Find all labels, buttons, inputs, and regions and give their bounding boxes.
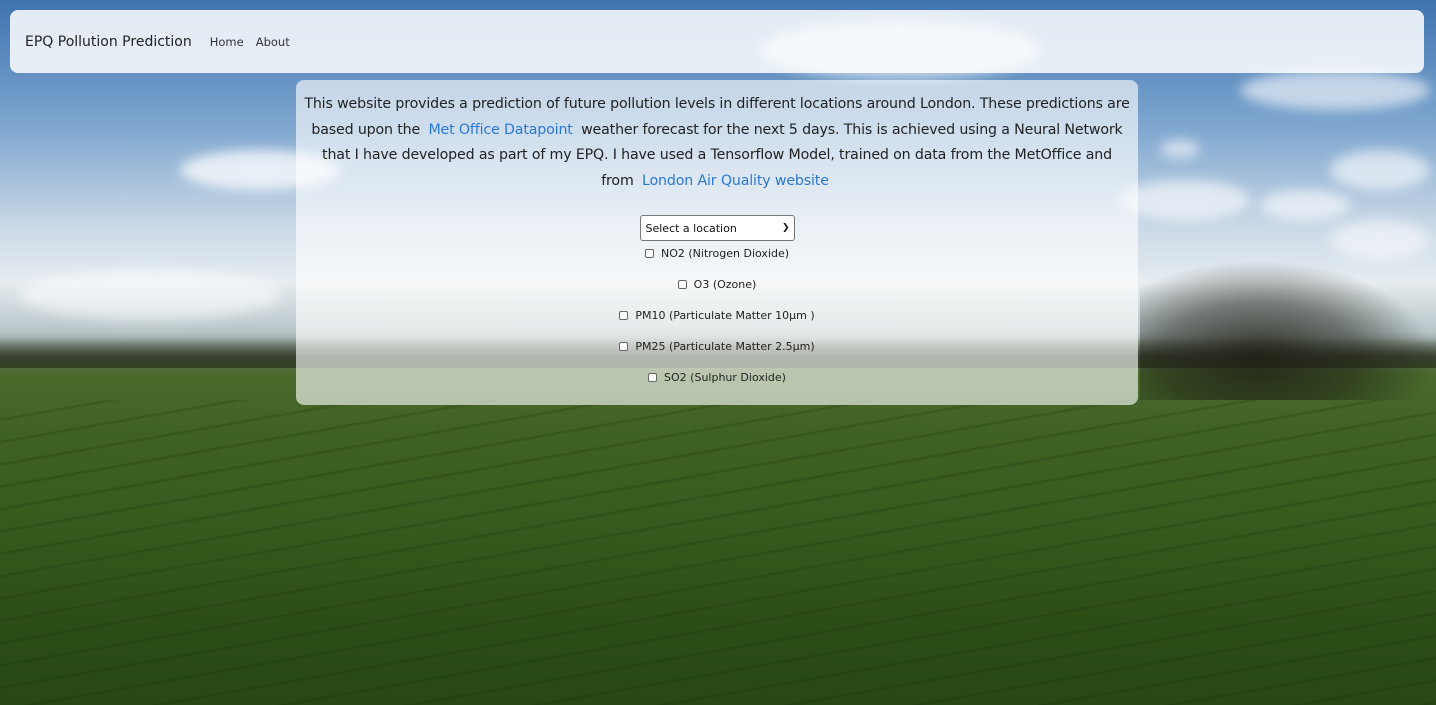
pm25-label: PM25 (Particulate Matter 2.5μm) xyxy=(635,340,815,353)
nav-home-link[interactable]: Home xyxy=(210,35,244,49)
met-office-link[interactable]: Met Office Datapoint xyxy=(424,122,576,138)
no2-checkbox[interactable] xyxy=(644,249,654,258)
o3-checkbox[interactable] xyxy=(677,280,687,289)
pollutant-option-o3: O3 (Ozone) xyxy=(304,269,1130,300)
pm25-checkbox[interactable] xyxy=(619,342,629,351)
london-air-quality-link[interactable]: London Air Quality website xyxy=(638,173,833,189)
pollutant-option-pm10: PM10 (Particulate Matter 10μm ) xyxy=(304,300,1130,331)
chevron-down-icon: ❯ xyxy=(781,223,790,233)
navbar: EPQ Pollution Prediction Home About xyxy=(10,10,1424,73)
pollutant-option-no2: NO2 (Nitrogen Dioxide) xyxy=(304,238,1130,269)
so2-checkbox[interactable] xyxy=(648,373,658,382)
nav-about-link[interactable]: About xyxy=(256,35,290,49)
brand-link[interactable]: EPQ Pollution Prediction xyxy=(25,34,192,50)
pm10-checkbox[interactable] xyxy=(619,311,629,320)
content-card: This website provides a prediction of fu… xyxy=(296,80,1138,405)
intro-text: This website provides a prediction of fu… xyxy=(304,92,1130,194)
no2-label: NO2 (Nitrogen Dioxide) xyxy=(660,247,790,260)
location-select[interactable]: Select a location ❯ xyxy=(639,215,795,241)
pollutant-option-pm25: PM25 (Particulate Matter 2.5μm) xyxy=(304,331,1130,362)
so2-label: SO2 (Sulphur Dioxide) xyxy=(664,371,786,384)
pm10-label: PM10 (Particulate Matter 10μm ) xyxy=(635,309,815,322)
pollutant-option-so2: SO2 (Sulphur Dioxide) xyxy=(304,362,1130,393)
o3-label: O3 (Ozone) xyxy=(693,278,757,291)
location-select-value: Select a location xyxy=(645,221,737,235)
